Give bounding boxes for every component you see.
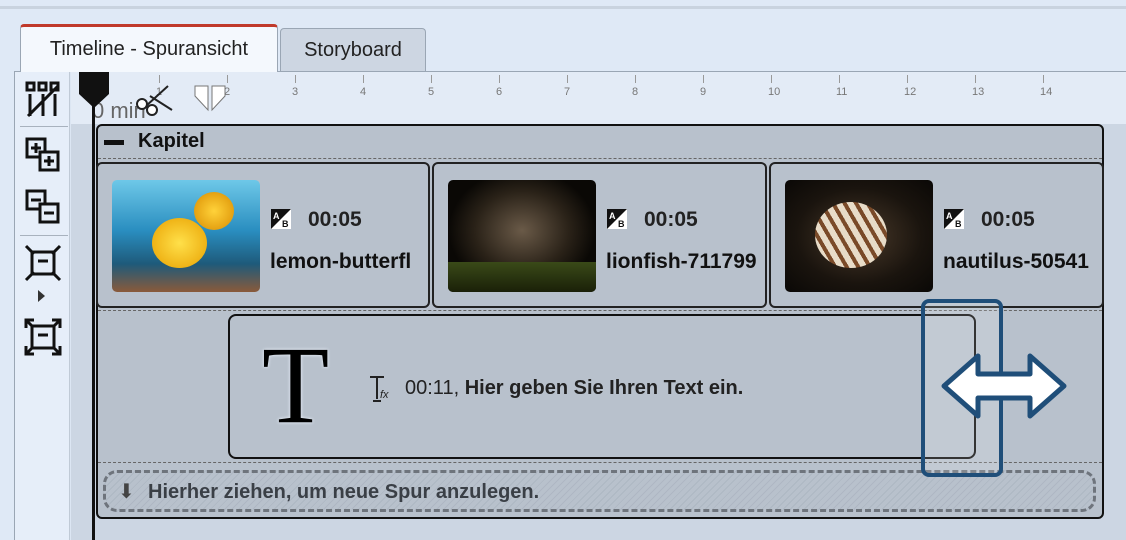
ruler-tick xyxy=(907,75,908,83)
ruler-tick-label: 8 xyxy=(632,86,639,98)
clip-duration: 00:05 xyxy=(981,208,1035,231)
drop-zone-label: Hierher ziehen, um neue Spur anzulegen. xyxy=(148,481,540,503)
fit-timeline-icon[interactable] xyxy=(24,244,62,282)
ruler-tick-label: 13 xyxy=(972,86,985,98)
ruler-tick-label: 12 xyxy=(904,86,917,98)
playhead-handle[interactable] xyxy=(77,70,111,110)
tab-storyboard[interactable]: Storyboard xyxy=(280,28,426,72)
time-ruler[interactable] xyxy=(71,72,1126,124)
text-clip-glyph: T xyxy=(262,324,330,446)
scissors-icon[interactable] xyxy=(134,82,174,116)
clip-name: lemon-butterfl xyxy=(270,250,412,273)
ruler-tick xyxy=(771,75,772,83)
ruler-tick-label: 6 xyxy=(496,86,503,98)
ruler-tick-label: 14 xyxy=(1040,86,1053,98)
clip-name: lionfish-711799 xyxy=(606,250,757,273)
expand-timeline-icon[interactable] xyxy=(24,318,62,356)
svg-text:fx: fx xyxy=(380,389,389,401)
text-clip-duration: 00:11, xyxy=(405,377,460,399)
transition-icon[interactable]: AB xyxy=(606,208,628,230)
ruler-tick xyxy=(703,75,704,83)
track-divider xyxy=(98,158,1102,159)
clip-thumbnail xyxy=(448,180,596,292)
ruler-tick-label: 10 xyxy=(768,86,781,98)
marker-icon[interactable] xyxy=(193,84,227,112)
svg-text:B: B xyxy=(955,219,962,229)
tab-timeline[interactable]: Timeline - Spuransicht xyxy=(20,24,278,72)
collapse-icon[interactable] xyxy=(104,140,124,145)
ruler-tick xyxy=(975,75,976,83)
svg-text:A: A xyxy=(273,211,280,221)
ruler-tick-label: 4 xyxy=(360,86,367,98)
resize-cursor-icon xyxy=(921,299,1067,477)
clip-nautilus[interactable]: AB 00:05 nautilus-50541 xyxy=(769,162,1104,308)
ruler-tick xyxy=(363,75,364,83)
clip-thumbnail xyxy=(785,180,933,292)
ruler-tick-label: 11 xyxy=(836,86,848,98)
ruler-tick-label: 7 xyxy=(564,86,571,98)
clip-name: nautilus-50541 xyxy=(943,250,1089,273)
ruler-tick xyxy=(567,75,568,83)
transition-icon[interactable]: AB xyxy=(943,208,965,230)
svg-text:A: A xyxy=(946,211,953,221)
ruler-tick-label: 9 xyxy=(700,86,707,98)
chapter-label: Kapitel xyxy=(138,130,205,152)
text-clip-content: Hier geben Sie Ihren Text ein. xyxy=(464,377,744,399)
ruler-tick xyxy=(227,75,228,83)
ruler-tick-label: 3 xyxy=(292,86,299,98)
svg-text:B: B xyxy=(618,219,625,229)
window-top-border xyxy=(0,6,1126,9)
ruler-tick xyxy=(295,75,296,83)
ruler-tick xyxy=(499,75,500,83)
arrow-down-icon: ⬇ xyxy=(118,481,135,503)
clip-duration: 00:05 xyxy=(644,208,698,231)
expand-arrow-icon[interactable] xyxy=(38,290,45,302)
ruler-tick xyxy=(1043,75,1044,83)
transition-icon[interactable]: AB xyxy=(270,208,292,230)
track-split-icon[interactable] xyxy=(24,80,62,118)
add-group-icon[interactable] xyxy=(24,136,62,174)
ruler-tick xyxy=(635,75,636,83)
clip-lemon-butterfly[interactable]: AB 00:05 lemon-butterfl xyxy=(96,162,430,308)
playhead-line[interactable] xyxy=(92,72,95,540)
ruler-tick xyxy=(431,75,432,83)
svg-text:A: A xyxy=(609,211,616,221)
text-effect-icon[interactable]: fx xyxy=(368,374,392,404)
toolbar-divider xyxy=(20,126,68,127)
ruler-tick-label: 5 xyxy=(428,86,435,98)
clip-duration: 00:05 xyxy=(308,208,362,231)
svg-text:B: B xyxy=(282,219,289,229)
toolbar-divider xyxy=(20,235,68,236)
clip-thumbnail xyxy=(112,180,260,292)
remove-group-icon[interactable] xyxy=(24,188,62,226)
clip-lionfish[interactable]: AB 00:05 lionfish-711799 xyxy=(432,162,767,308)
ruler-tick xyxy=(839,75,840,83)
text-clip-info: 00:11, Hier geben Sie Ihren Text ein. xyxy=(405,377,743,400)
